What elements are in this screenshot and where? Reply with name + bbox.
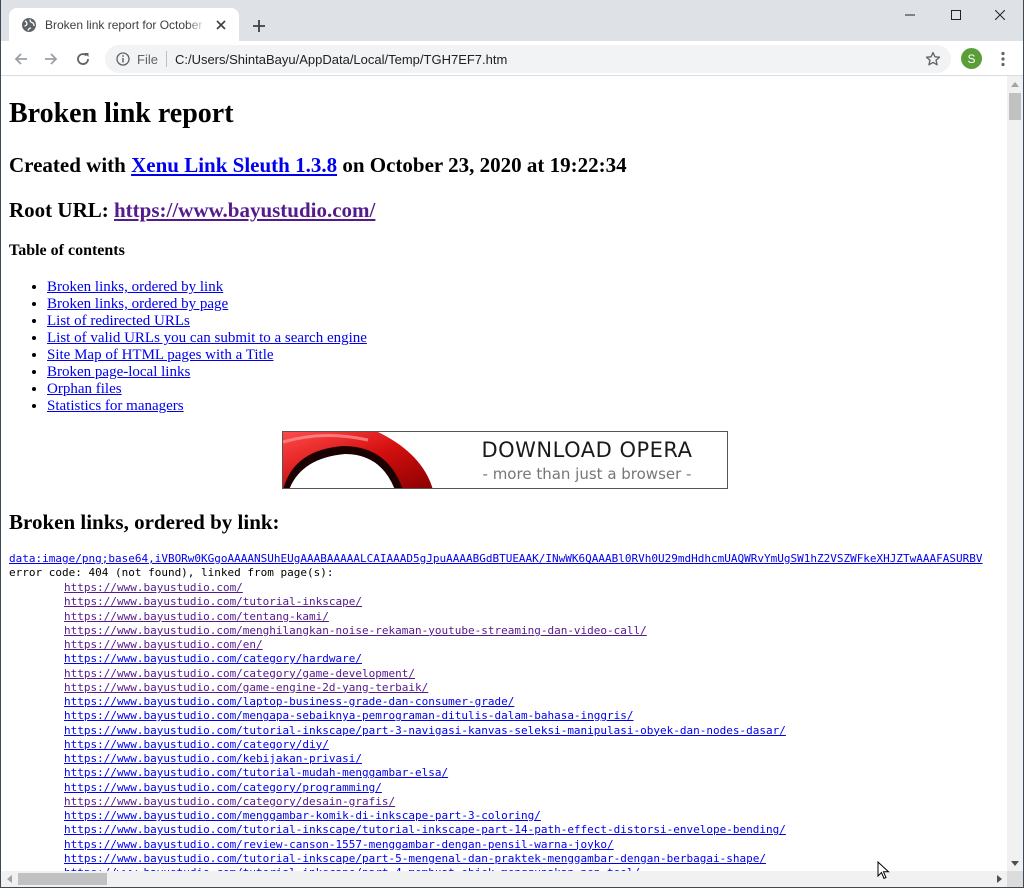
banner-title: DOWNLOAD OPERA xyxy=(481,438,693,462)
opera-logo-icon xyxy=(283,432,433,488)
linked-from-page-link[interactable]: https://www.bayustudio.com/mengapa-sebai… xyxy=(64,709,786,723)
vertical-scroll-thumb[interactable] xyxy=(1009,93,1021,120)
created-suffix: on October 23, 2020 at 19:22:34 xyxy=(337,153,627,177)
vertical-scrollbar[interactable] xyxy=(1007,76,1023,871)
toc-list: Broken links, ordered by link Broken lin… xyxy=(47,279,367,415)
scroll-down-arrow-icon[interactable] xyxy=(1007,855,1023,871)
scroll-up-arrow-icon[interactable] xyxy=(1007,76,1023,92)
more-menu-icon[interactable] xyxy=(993,47,1013,71)
linked-from-page-link[interactable]: https://www.bayustudio.com/en/ xyxy=(64,638,786,652)
linked-from-list: https://www.bayustudio.com/https://www.b… xyxy=(64,581,786,871)
xenu-link[interactable]: Xenu Link Sleuth 1.3.8 xyxy=(131,153,337,177)
browser-toolbar: File C:/Users/ShintaBayu/AppData/Local/T… xyxy=(1,41,1023,76)
toc-item: Broken links, ordered by page xyxy=(47,296,367,313)
error-message: error code: 404 (not found), linked from… xyxy=(9,566,334,579)
linked-from-page-link[interactable]: https://www.bayustudio.com/category/game… xyxy=(64,667,786,681)
linked-from-page-link[interactable]: https://www.bayustudio.com/kebijakan-pri… xyxy=(64,752,786,766)
toc-item: List of valid URLs you can submit to a s… xyxy=(47,330,367,347)
toc-link-valid-urls[interactable]: List of valid URLs you can submit to a s… xyxy=(47,330,367,346)
tab-strip: Broken link report for October 23, 2020 … xyxy=(1,0,1023,41)
linked-from-page-link[interactable]: https://www.bayustudio.com/tutorial-muda… xyxy=(64,766,786,780)
toc-item: Site Map of HTML pages with a Title xyxy=(47,347,367,364)
linked-from-page-link[interactable]: https://www.bayustudio.com/tentang-kami/ xyxy=(64,610,786,624)
info-icon[interactable] xyxy=(115,51,131,67)
scheme-label: File xyxy=(137,51,158,67)
linked-from-page-link[interactable]: https://www.bayustudio.com/menghilangkan… xyxy=(64,624,786,638)
toc-link-redirected[interactable]: List of redirected URLs xyxy=(47,313,190,329)
toc-link-statistics[interactable]: Statistics for managers xyxy=(47,398,184,414)
toc-item: Orphan files xyxy=(47,381,367,398)
linked-from-page-link[interactable]: https://www.bayustudio.com/game-engine-2… xyxy=(64,681,786,695)
back-button[interactable] xyxy=(7,45,35,73)
page-viewport: Broken link report Created with Xenu Lin… xyxy=(1,76,1023,887)
address-bar[interactable]: File C:/Users/ShintaBayu/AppData/Local/T… xyxy=(105,45,951,73)
linked-from-page-link[interactable]: https://www.bayustudio.com/category/diy/ xyxy=(64,738,786,752)
mouse-cursor-icon xyxy=(877,861,890,880)
profile-avatar[interactable]: S xyxy=(961,48,982,69)
toc-link-page-local[interactable]: Broken page-local links xyxy=(47,364,190,380)
new-tab-button[interactable] xyxy=(247,14,271,38)
linked-from-page-link[interactable]: https://www.bayustudio.com/tutorial-inks… xyxy=(64,595,786,609)
toc-item: List of redirected URLs xyxy=(47,313,367,330)
linked-from-page-link[interactable]: https://www.bayustudio.com/menggambar-ko… xyxy=(64,809,786,823)
maximize-button[interactable] xyxy=(933,0,979,30)
report-page: Broken link report Created with Xenu Lin… xyxy=(9,76,1007,871)
linked-from-page-link[interactable]: https://www.bayustudio.com/category/desa… xyxy=(64,795,786,809)
close-tab-icon[interactable] xyxy=(214,17,229,33)
toc-link-broken-by-page[interactable]: Broken links, ordered by page xyxy=(47,296,228,312)
browser-window: Broken link report for October 23, 2020 … xyxy=(1,0,1023,887)
scroll-right-arrow-icon[interactable] xyxy=(991,871,1007,887)
linked-from-page-link[interactable]: https://www.bayustudio.com/tutorial-inks… xyxy=(64,823,786,837)
page-title: Broken link report xyxy=(9,98,234,129)
toc-item: Statistics for managers xyxy=(47,398,367,415)
address-separator xyxy=(165,51,167,67)
broken-link-url[interactable]: data:image/png;base64,iVBORw0KGgoAAAANSU… xyxy=(9,552,983,566)
bookmark-star-icon[interactable] xyxy=(923,49,943,69)
banner-subtitle: - more than just a browser - xyxy=(482,465,692,483)
linked-from-page-link[interactable]: https://www.bayustudio.com/review-canson… xyxy=(64,838,786,852)
opera-banner[interactable]: DOWNLOAD OPERA - more than just a browse… xyxy=(282,431,728,489)
linked-from-page-link[interactable]: https://www.bayustudio.com/category/hard… xyxy=(64,652,786,666)
forward-button[interactable] xyxy=(37,45,65,73)
scrollbar-corner xyxy=(1007,871,1023,887)
root-url-label: Root URL: xyxy=(9,198,114,222)
horizontal-scroll-thumb[interactable] xyxy=(18,873,107,885)
root-url-heading: Root URL: https://www.bayustudio.com/ xyxy=(9,198,375,223)
section-heading-broken-by-link: Broken links, ordered by link: xyxy=(9,510,280,534)
toc-link-orphan-files[interactable]: Orphan files xyxy=(47,381,122,397)
active-tab[interactable]: Broken link report for October 23, 2020 … xyxy=(9,8,239,41)
minimize-button[interactable] xyxy=(887,0,933,30)
scroll-left-arrow-icon[interactable] xyxy=(1,871,17,887)
url-text[interactable]: C:/Users/ShintaBayu/AppData/Local/Temp/T… xyxy=(175,52,507,67)
created-heading: Created with Xenu Link Sleuth 1.3.8 on O… xyxy=(9,153,627,178)
reload-button[interactable] xyxy=(69,45,97,73)
horizontal-scrollbar[interactable] xyxy=(1,871,1007,887)
toc-link-site-map[interactable]: Site Map of HTML pages with a Title xyxy=(47,347,274,363)
linked-from-page-link[interactable]: https://www.bayustudio.com/ xyxy=(64,581,786,595)
created-prefix: Created with xyxy=(9,153,132,177)
tab-title: Broken link report for October 23, 2020 … xyxy=(45,17,206,32)
toc-link-broken-by-link[interactable]: Broken links, ordered by link xyxy=(47,279,223,295)
globe-icon xyxy=(21,17,37,33)
linked-from-page-link[interactable]: https://www.bayustudio.com/tutorial-inks… xyxy=(64,852,786,866)
close-window-button[interactable] xyxy=(977,0,1023,30)
linked-from-page-link[interactable]: https://www.bayustudio.com/tutorial-inks… xyxy=(64,724,786,738)
linked-from-page-link[interactable]: https://www.bayustudio.com/laptop-busine… xyxy=(64,695,786,709)
root-url-link[interactable]: https://www.bayustudio.com/ xyxy=(114,198,375,222)
linked-from-page-link[interactable]: https://www.bayustudio.com/category/prog… xyxy=(64,781,786,795)
toc-item: Broken links, ordered by link xyxy=(47,279,367,296)
toc-heading: Table of contents xyxy=(9,242,125,259)
toc-item: Broken page-local links xyxy=(47,364,367,381)
